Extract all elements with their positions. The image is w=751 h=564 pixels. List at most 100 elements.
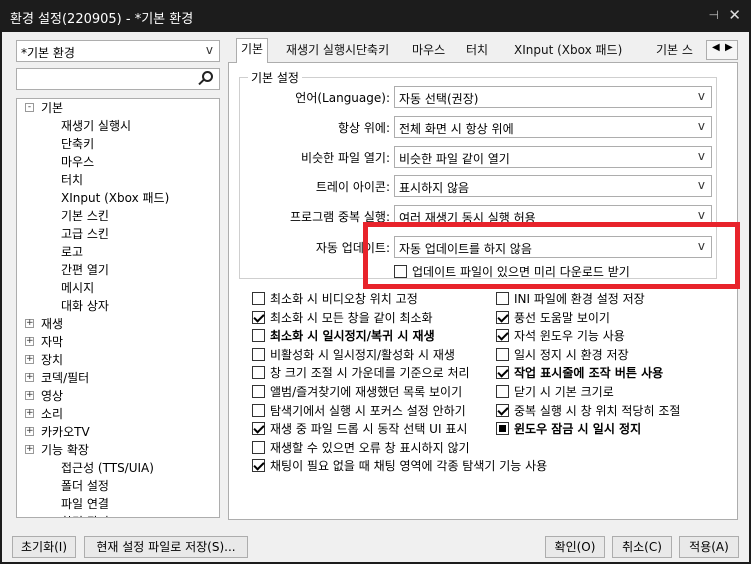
checkbox-label: 앨범/즐겨찾기에 재생했던 목록 보이기 [270, 385, 463, 399]
checkbox-box[interactable] [252, 441, 265, 454]
checkbox-box[interactable] [496, 311, 509, 324]
search-icon[interactable] [197, 70, 215, 88]
tab-scroll-buttons[interactable]: ◀ ▶ [706, 40, 738, 60]
checkbox-label: 최소화 시 일시정지/복귀 시 재생 [270, 329, 435, 343]
tree-item[interactable]: 단축키 [61, 135, 94, 153]
checkbox-box[interactable] [496, 348, 509, 361]
preset-value: *기본 환경 [21, 46, 75, 60]
collapse-icon[interactable]: - [25, 103, 34, 112]
expand-icon[interactable]: + [25, 319, 34, 328]
chevron-down-icon: v [697, 239, 705, 253]
arrow-left-icon[interactable]: ◀ [712, 42, 720, 53]
search-input[interactable] [16, 68, 220, 90]
checkbox-box[interactable] [252, 348, 265, 361]
checkbox-box[interactable] [252, 459, 265, 472]
checkbox-box[interactable] [252, 404, 265, 417]
tree-item[interactable]: 코덱/필터 [41, 369, 89, 387]
tree-item[interactable]: 기능 확장 [41, 441, 89, 459]
checkbox-label: 비활성화 시 일시정지/활성화 시 재생 [270, 348, 455, 362]
tab[interactable]: 재생기 실행시 [282, 40, 360, 62]
setting-select[interactable]: 자동 선택(권장) v [394, 86, 712, 108]
checkbox-box[interactable] [252, 292, 265, 305]
tree-item[interactable]: 접근성 (TTS/UIA) [61, 459, 154, 477]
pin-icon[interactable]: ⊣ [709, 8, 719, 22]
checkbox-label: 재생 중 파일 드롭 시 동작 선택 UI 표시 [270, 422, 468, 436]
tree-item[interactable]: 영상 [41, 387, 63, 405]
checkbox-box[interactable] [496, 422, 509, 435]
expand-icon[interactable]: + [25, 391, 34, 400]
checkbox-label: INI 파일에 환경 설정 저장 [514, 292, 645, 306]
tree-item[interactable]: 고급 스킨 [61, 225, 109, 243]
checkbox-label: 풍선 도움말 보이기 [514, 311, 610, 325]
tree-item[interactable]: 카카오TV [41, 423, 90, 441]
checkbox-box[interactable] [496, 385, 509, 398]
expand-icon[interactable]: + [25, 445, 34, 454]
tree-item[interactable]: 재생기 실행시 [61, 117, 131, 135]
arrow-right-icon[interactable]: ▶ [725, 42, 733, 53]
checkbox-box[interactable] [496, 329, 509, 342]
tree-item[interactable]: 폴더 설정 [61, 477, 109, 495]
tab[interactable]: 터치 [462, 40, 492, 62]
close-icon[interactable]: ✕ [728, 6, 741, 24]
setting-select[interactable]: 비슷한 파일 같이 열기 v [394, 146, 712, 168]
tree-item[interactable]: 자막 [41, 333, 63, 351]
tree-item[interactable]: 간편 열기 [61, 261, 109, 279]
apply-button[interactable]: 적용(A) [679, 536, 739, 558]
expand-icon[interactable]: + [25, 337, 34, 346]
tree-item[interactable]: 장치 [41, 351, 63, 369]
setting-value: 전체 화면 시 항상 위에 [399, 122, 514, 136]
tree-item[interactable]: 파일 연결 [61, 495, 109, 513]
tree-item[interactable]: 재생 [41, 315, 63, 333]
tree-item[interactable]: 로고 [61, 243, 83, 261]
tab[interactable]: 단축키 [352, 40, 393, 62]
tab[interactable]: 마우스 [408, 40, 449, 62]
checkbox-label: 작업 표시줄에 조작 버튼 사용 [514, 366, 664, 380]
settings-tree[interactable]: - 기본 재생기 실행시 단축키 마우스 터치 XInput (Xbox 패드) 기본 스킨 고… [16, 98, 220, 518]
checkbox-box[interactable] [394, 265, 407, 278]
tab[interactable]: 기본 스 [652, 40, 697, 62]
setting-label: 항상 위에: [337, 121, 390, 135]
setting-select[interactable]: 전체 화면 시 항상 위에 v [394, 116, 712, 138]
expand-icon[interactable]: + [25, 373, 34, 382]
setting-value: 표시하지 않음 [399, 181, 470, 195]
chevron-down-icon: v [697, 119, 705, 133]
cancel-button[interactable]: 취소(C) [612, 536, 672, 558]
tree-item[interactable]: 기본 스킨 [61, 207, 109, 225]
checkbox-label: 자석 윈도우 기능 사용 [514, 329, 625, 343]
setting-select[interactable]: 여러 재생기 동시 실행 허용 v [394, 205, 712, 227]
setting-select[interactable]: 표시하지 않음 v [394, 175, 712, 197]
tree-item[interactable]: 마우스 [61, 153, 94, 171]
tree-item[interactable]: 메시지 [61, 279, 94, 297]
setting-select[interactable]: 자동 업데이트를 하지 않음 v [394, 236, 712, 258]
tree-item[interactable]: 기본 [41, 99, 63, 117]
checkbox-label: 최소화 시 비디오창 위치 고정 [270, 292, 418, 306]
checkbox-box[interactable] [496, 404, 509, 417]
save-as-button[interactable]: 현재 설정 파일로 저장(S)... [84, 536, 248, 558]
tree-item[interactable]: 대화 상자 [61, 297, 109, 315]
chevron-down-icon: v [697, 178, 705, 192]
checkbox-box[interactable] [252, 311, 265, 324]
checkbox-box[interactable] [252, 329, 265, 342]
tree-item[interactable]: 소리 [41, 405, 63, 423]
expand-icon[interactable]: + [25, 355, 34, 364]
expand-icon[interactable]: + [25, 427, 34, 436]
checkbox-label: 윈도우 잠금 시 일시 정지 [514, 422, 642, 436]
expand-icon[interactable]: + [25, 409, 34, 418]
reset-button[interactable]: 초기화(I) [12, 536, 76, 558]
checkbox-label: 최소화 시 모든 창을 같이 최소화 [270, 311, 433, 325]
checkbox-box[interactable] [496, 292, 509, 305]
checkbox-box[interactable] [252, 385, 265, 398]
checkbox-box[interactable] [252, 422, 265, 435]
tab[interactable]: 기본 [236, 38, 269, 63]
tree-item[interactable]: 환경 관리 [61, 513, 109, 517]
tree-item[interactable]: 터치 [61, 171, 83, 189]
checkbox-box[interactable] [252, 366, 265, 379]
preset-select[interactable]: *기본 환경 v [16, 40, 220, 62]
ok-button[interactable]: 확인(O) [545, 536, 605, 558]
tree-item[interactable]: XInput (Xbox 패드) [61, 189, 169, 207]
checkbox-box[interactable] [496, 366, 509, 379]
tab[interactable]: XInput (Xbox 패드) [510, 40, 626, 62]
setting-label: 비슷한 파일 열기: [301, 151, 390, 165]
chevron-down-icon: v [697, 208, 705, 222]
checkbox-label: 탐색기에서 실행 시 포커스 설정 안하기 [270, 404, 466, 418]
